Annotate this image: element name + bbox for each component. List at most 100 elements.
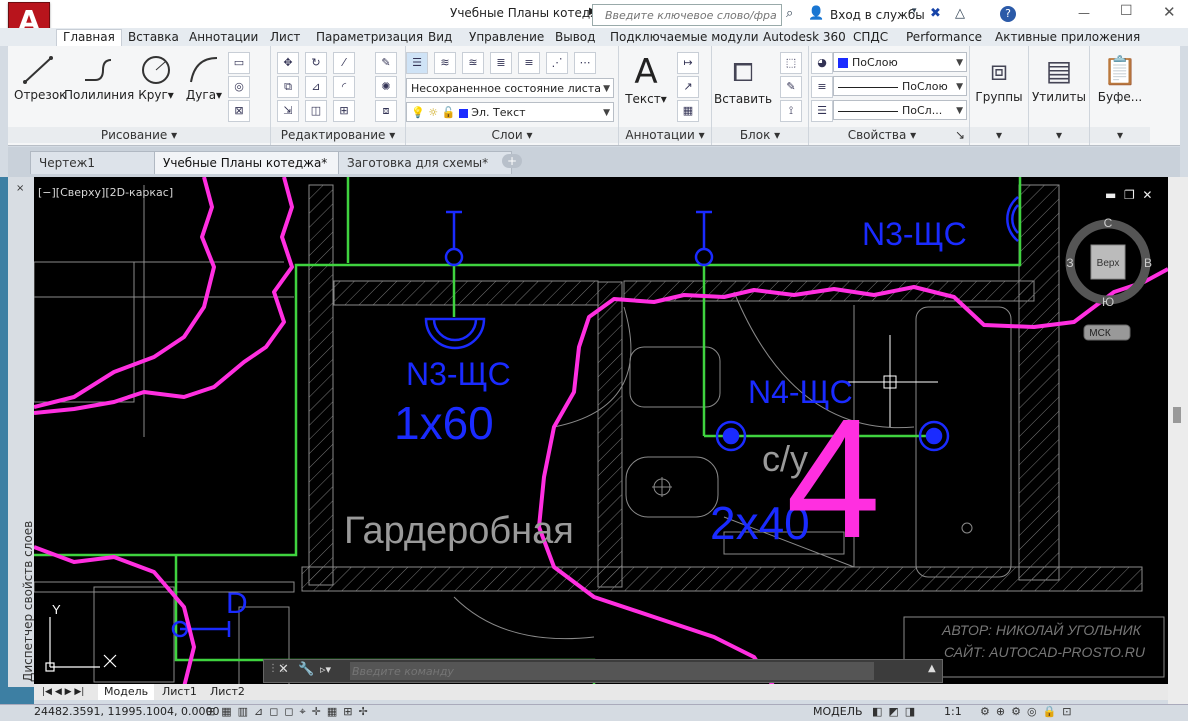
viewport-tools[interactable]: ◧◩◨	[872, 705, 921, 718]
status-tray-icons[interactable]: ⚙⊕⚙◎🔒⊡	[980, 705, 1077, 718]
history-arrow-icon[interactable]: ▲	[928, 663, 936, 674]
tab-insert[interactable]: Вставка	[128, 30, 179, 44]
utilities-panel-expander[interactable]: ▾	[1029, 127, 1089, 143]
layers-panel-title[interactable]: Слои ▾	[406, 127, 618, 143]
layout-tab-sheet1[interactable]: Лист1	[156, 684, 203, 700]
linetype-dropdown[interactable]: ПоСлою ▼	[833, 76, 967, 96]
fillet-icon[interactable]: ◜	[333, 76, 355, 98]
binoculars-icon[interactable]: ⌕	[786, 6, 793, 21]
modify-panel-title[interactable]: Редактирование ▾	[271, 127, 405, 143]
properties-panel-title[interactable]: Свойства ▾ ↘	[809, 127, 969, 143]
user-icon[interactable]: 👤	[808, 6, 824, 21]
tab-view[interactable]: Вид	[428, 30, 452, 44]
tab-layout[interactable]: Лист	[270, 30, 300, 44]
leader-icon[interactable]: ↗	[677, 76, 699, 98]
clipboard-button[interactable]: 📋 Буфе...	[1096, 54, 1144, 104]
arc-button[interactable]: Дуга▾	[184, 54, 224, 102]
command-input[interactable]	[350, 662, 874, 680]
polyline-button[interactable]: Полилиния	[64, 54, 134, 102]
search-box[interactable]	[592, 4, 782, 26]
viewport-restore-icon[interactable]: ❐	[1124, 188, 1135, 202]
tab-parametric[interactable]: Параметризация	[316, 30, 423, 44]
ucs-dropdown[interactable]: МСК	[1089, 328, 1111, 339]
lineweight-dropdown[interactable]: ПоСл... ▼	[833, 100, 967, 120]
groups-panel-expander[interactable]: ▾	[970, 127, 1028, 143]
viewport-minimize-icon[interactable]: ▬	[1105, 188, 1116, 202]
color-dropdown[interactable]: ПоСлою ▼	[833, 52, 967, 72]
rectangle-icon[interactable]: ▭	[228, 52, 250, 74]
doc-tab-drawing1[interactable]: Чертеж1	[30, 151, 168, 174]
mirror-icon[interactable]: ⊿	[305, 76, 327, 98]
dropdown-arrow-icon[interactable]: ▾	[912, 6, 917, 16]
layer-state-dropdown[interactable]: Несохраненное состояние листа ▼	[406, 78, 614, 98]
layer-match-icon[interactable]: ≊	[462, 52, 484, 74]
scroll-thumb[interactable]	[1173, 407, 1181, 423]
table-icon[interactable]: ▦	[677, 100, 699, 122]
tab-home[interactable]: Главная	[56, 29, 122, 47]
block-attribute-icon[interactable]: ⟟	[780, 100, 802, 122]
viewcube-west[interactable]: З	[1066, 256, 1073, 270]
region-icon[interactable]: ⊠	[228, 100, 250, 122]
lineweight-icon[interactable]: ≡	[811, 76, 833, 98]
new-tab-button[interactable]: +	[502, 154, 522, 168]
move-icon[interactable]: ✥	[277, 52, 299, 74]
trim-icon[interactable]: ⁄	[333, 52, 355, 74]
sign-in-button[interactable]: Вход в службы	[830, 8, 925, 22]
tab-plugins[interactable]: Подключаемые модули	[610, 30, 759, 44]
viewcube-top[interactable]: Верх	[1097, 258, 1120, 269]
current-layer-dropdown[interactable]: 💡 ☼ 🔓 Эл. Текст ▼	[406, 102, 614, 122]
block-panel-title[interactable]: Блок ▾	[712, 127, 808, 143]
insert-block-button[interactable]: ⧠ Вставить	[714, 56, 772, 106]
tab-annotate[interactable]: Аннотации	[189, 30, 258, 44]
a360-icon[interactable]: △	[955, 6, 965, 21]
tab-output[interactable]: Вывод	[555, 30, 595, 44]
layer-properties-palette[interactable]: × Диспетчер свойств слоев	[8, 177, 35, 687]
layer-off-icon[interactable]: ⋯	[574, 52, 596, 74]
layout-nav-icons[interactable]: |◀ ◀ ▶ ▶|	[36, 684, 90, 700]
doc-tab-schema-template[interactable]: Заготовка для схемы*	[338, 151, 512, 174]
line-button[interactable]: Отрезок	[14, 54, 66, 102]
viewport-close-icon[interactable]: ✕	[1142, 188, 1152, 202]
stretch-icon[interactable]: ⇲	[277, 100, 299, 122]
tab-spds[interactable]: СПДС	[853, 30, 888, 44]
scale-icon[interactable]: ◫	[305, 100, 327, 122]
vertical-scrollbar[interactable]	[1168, 177, 1188, 704]
viewport-controls[interactable]: [−][Сверху][2D-каркас]	[38, 186, 173, 199]
viewcube-north[interactable]: С	[1104, 216, 1113, 230]
rotate-icon[interactable]: ↻	[305, 52, 327, 74]
command-prompt-icon[interactable]: ▹▾	[320, 663, 331, 676]
layout-tab-sheet2[interactable]: Лист2	[204, 684, 251, 700]
close-cmd-icon[interactable]: ✕	[278, 662, 289, 677]
tab-active-apps[interactable]: Активные приложения	[995, 30, 1140, 44]
array-icon[interactable]: ⊞	[333, 100, 355, 122]
hatch-icon[interactable]: ◎	[228, 76, 250, 98]
annotation-scale[interactable]: 1:1	[944, 705, 962, 718]
explode-icon[interactable]: ✺	[375, 76, 397, 98]
viewcube-south[interactable]: Ю	[1102, 295, 1114, 309]
draw-panel-title[interactable]: Рисование ▾	[8, 127, 270, 143]
wrench-icon[interactable]: 🔧	[298, 662, 314, 677]
close-button[interactable]: ✕	[1163, 3, 1176, 21]
create-block-icon[interactable]: ⬚	[780, 52, 802, 74]
maximize-button[interactable]: ☐	[1120, 3, 1133, 19]
edit-block-icon[interactable]: ✎	[780, 76, 802, 98]
copy-icon[interactable]: ⧉	[277, 76, 299, 98]
dimension-icon[interactable]: ↦	[677, 52, 699, 74]
drawing-canvas[interactable]: N3-ЩС N3-ЩС 1x60 N4-ЩС с/у 2x40 Гардероб…	[34, 177, 1168, 687]
layer-state-icon[interactable]: ≋	[434, 52, 456, 74]
layer-properties-icon[interactable]: ☰	[406, 52, 428, 74]
layer-previous-icon[interactable]: ≣	[490, 52, 512, 74]
drafting-toggles[interactable]: ⊞▦▥⊿◻◻⌖✛▦⊞✢	[206, 705, 374, 719]
offset-icon[interactable]: ⧈	[375, 100, 397, 122]
viewcube[interactable]: Верх С Ю З В МСК	[1065, 216, 1152, 341]
palette-close-icon[interactable]: ×	[16, 183, 24, 194]
model-space-toggle[interactable]: МОДЕЛЬ	[813, 705, 863, 718]
viewcube-east[interactable]: В	[1144, 256, 1152, 270]
text-button[interactable]: A Текст▾	[623, 54, 669, 106]
linetype-icon[interactable]: ☰	[811, 100, 833, 122]
groups-button[interactable]: ⧈ Группы	[972, 54, 1026, 104]
exchange-icon[interactable]: ✖	[930, 6, 941, 21]
minimize-button[interactable]: —	[1078, 6, 1090, 20]
drawing-viewport[interactable]: N3-ЩС N3-ЩС 1x60 N4-ЩС с/у 2x40 Гардероб…	[34, 177, 1168, 687]
utilities-button[interactable]: ▤ Утилиты	[1031, 54, 1087, 104]
